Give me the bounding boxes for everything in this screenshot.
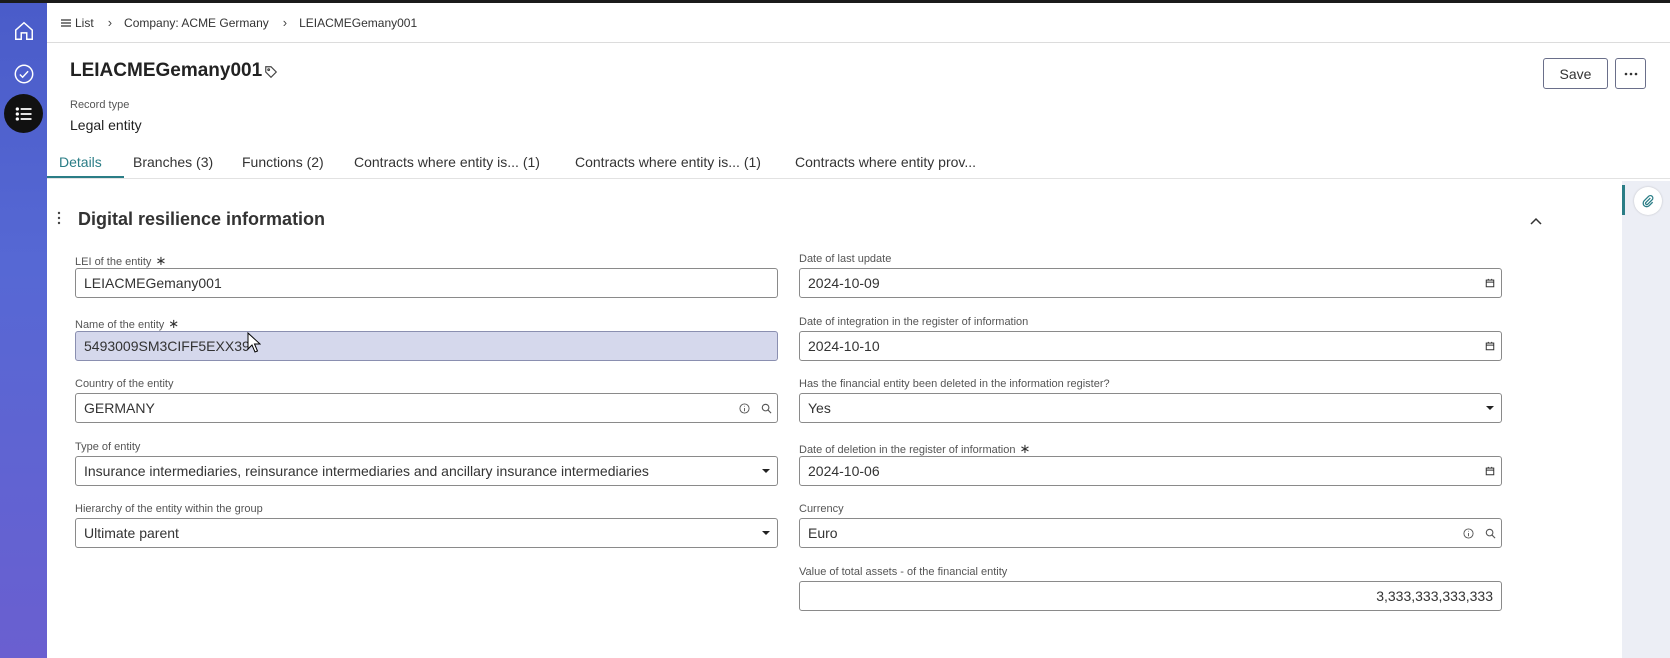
integration-date-field[interactable]: 2024-10-10 xyxy=(799,331,1502,361)
entity-name-label-text: Name of the entity xyxy=(75,319,165,331)
deletion-date-label-text: Date of deletion in the register of info… xyxy=(799,444,1016,456)
search-icon[interactable] xyxy=(1479,528,1501,539)
last-update-label: Date of last update xyxy=(799,253,892,265)
country-value: GERMANY xyxy=(84,400,155,416)
tab-contracts-3[interactable]: Contracts where entity prov... xyxy=(795,154,976,170)
caret-down-icon xyxy=(755,468,777,474)
required-marker: ∗ xyxy=(1019,441,1031,456)
caret-down-icon xyxy=(755,530,777,536)
currency-label: Currency xyxy=(799,503,844,515)
search-icon[interactable] xyxy=(755,403,777,414)
paperclip-icon[interactable] xyxy=(1634,187,1662,215)
save-button[interactable]: Save xyxy=(1543,58,1608,89)
details-section: Digital resilience information LEI of th… xyxy=(47,181,1622,658)
entity-type-select[interactable]: Insurance intermediaries, reinsurance in… xyxy=(75,456,778,486)
record-type-value: Legal entity xyxy=(70,117,142,133)
drag-handle-icon[interactable] xyxy=(57,211,61,230)
breadcrumb: List › Company: ACME Germany › LEIACMEGe… xyxy=(47,3,1670,43)
lei-label-text: LEI of the entity xyxy=(75,256,152,268)
last-update-value: 2024-10-09 xyxy=(808,275,880,291)
home-icon[interactable] xyxy=(4,11,43,50)
section-title: Digital resilience information xyxy=(78,209,326,229)
deleted-label: Has the financial entity been deleted in… xyxy=(799,378,1110,390)
country-field[interactable]: GERMANY xyxy=(75,393,778,423)
left-nav xyxy=(0,3,47,658)
list-lines-icon xyxy=(61,18,71,27)
chevron-up-icon[interactable] xyxy=(1529,213,1543,231)
deletion-date-label: Date of deletion in the register of info… xyxy=(799,441,1030,457)
record-type-label: Record type xyxy=(70,99,130,111)
deletion-date-field[interactable]: 2024-10-06 xyxy=(799,456,1502,486)
chevron-right-icon: › xyxy=(107,15,113,30)
rail-active-indicator xyxy=(1622,185,1625,215)
entity-name-label: Name of the entity ∗ xyxy=(75,316,179,332)
breadcrumb-label: List xyxy=(75,15,94,30)
more-options-button[interactable] xyxy=(1615,58,1646,89)
hierarchy-label: Hierarchy of the entity within the group xyxy=(75,503,263,515)
hierarchy-select[interactable]: Ultimate parent xyxy=(75,518,778,548)
tab-details[interactable]: Details xyxy=(59,154,102,170)
tag-icon[interactable] xyxy=(264,65,278,84)
tab-functions[interactable]: Functions (2) xyxy=(242,154,324,170)
breadcrumb-company[interactable]: Company: ACME Germany xyxy=(124,16,269,30)
total-assets-label: Value of total assets - of the financial… xyxy=(799,566,1008,578)
entity-name-field[interactable]: 5493009SM3CIFF5EXX39 xyxy=(75,331,778,361)
lei-value: LEIACMEGemany001 xyxy=(84,275,222,291)
ellipsis-icon xyxy=(1624,72,1637,75)
hierarchy-value: Ultimate parent xyxy=(84,525,179,541)
deleted-value: Yes xyxy=(808,400,831,416)
info-icon[interactable] xyxy=(733,402,755,414)
calendar-icon[interactable] xyxy=(1479,341,1501,351)
required-marker: ∗ xyxy=(168,316,180,331)
total-assets-value: 3,333,333,333,333 xyxy=(1376,588,1493,604)
breadcrumb-label: Company: ACME Germany xyxy=(124,15,269,30)
breadcrumb-current: LEIACMEGemany001 xyxy=(299,16,417,30)
main-panel: List › Company: ACME Germany › LEIACMEGe… xyxy=(47,3,1670,658)
deletion-date-value: 2024-10-06 xyxy=(808,463,880,479)
tab-branches[interactable]: Branches (3) xyxy=(133,154,213,170)
required-marker: ∗ xyxy=(155,253,167,268)
lei-field[interactable]: LEIACMEGemany001 xyxy=(75,268,778,298)
currency-field[interactable]: Euro xyxy=(799,518,1502,548)
tasks-check-icon[interactable] xyxy=(4,54,43,93)
country-label: Country of the entity xyxy=(75,378,174,390)
caret-down-icon xyxy=(1479,405,1501,411)
total-assets-field[interactable]: 3,333,333,333,333 xyxy=(799,581,1502,611)
integration-date-label: Date of integration in the register of i… xyxy=(799,316,1029,328)
mouse-cursor-icon xyxy=(247,331,262,359)
active-tab-indicator xyxy=(47,176,124,178)
entity-name-value: 5493009SM3CIFF5EXX39 xyxy=(84,338,250,354)
tab-contracts-1[interactable]: Contracts where entity is... (1) xyxy=(354,154,540,170)
currency-value: Euro xyxy=(808,525,838,541)
right-rail xyxy=(1622,181,1670,658)
tab-contracts-2[interactable]: Contracts where entity is... (1) xyxy=(575,154,761,170)
chevron-right-icon: › xyxy=(282,15,288,30)
last-update-field[interactable]: 2024-10-09 xyxy=(799,268,1502,298)
breadcrumb-list[interactable]: List xyxy=(61,16,94,30)
entity-type-value: Insurance intermediaries, reinsurance in… xyxy=(84,463,649,479)
breadcrumb-label: LEIACMEGemany001 xyxy=(299,15,418,30)
lei-label: LEI of the entity ∗ xyxy=(75,253,166,269)
info-icon[interactable] xyxy=(1457,527,1479,539)
list-icon[interactable] xyxy=(4,94,43,133)
calendar-icon[interactable] xyxy=(1479,466,1501,476)
tab-bar: Details Branches (3) Functions (2) Contr… xyxy=(47,147,1670,179)
calendar-icon[interactable] xyxy=(1479,278,1501,288)
deleted-select[interactable]: Yes xyxy=(799,393,1502,423)
entity-type-label: Type of entity xyxy=(75,441,141,453)
page-title: LEIACMEGemany001 xyxy=(70,60,263,81)
integration-date-value: 2024-10-10 xyxy=(808,338,880,354)
